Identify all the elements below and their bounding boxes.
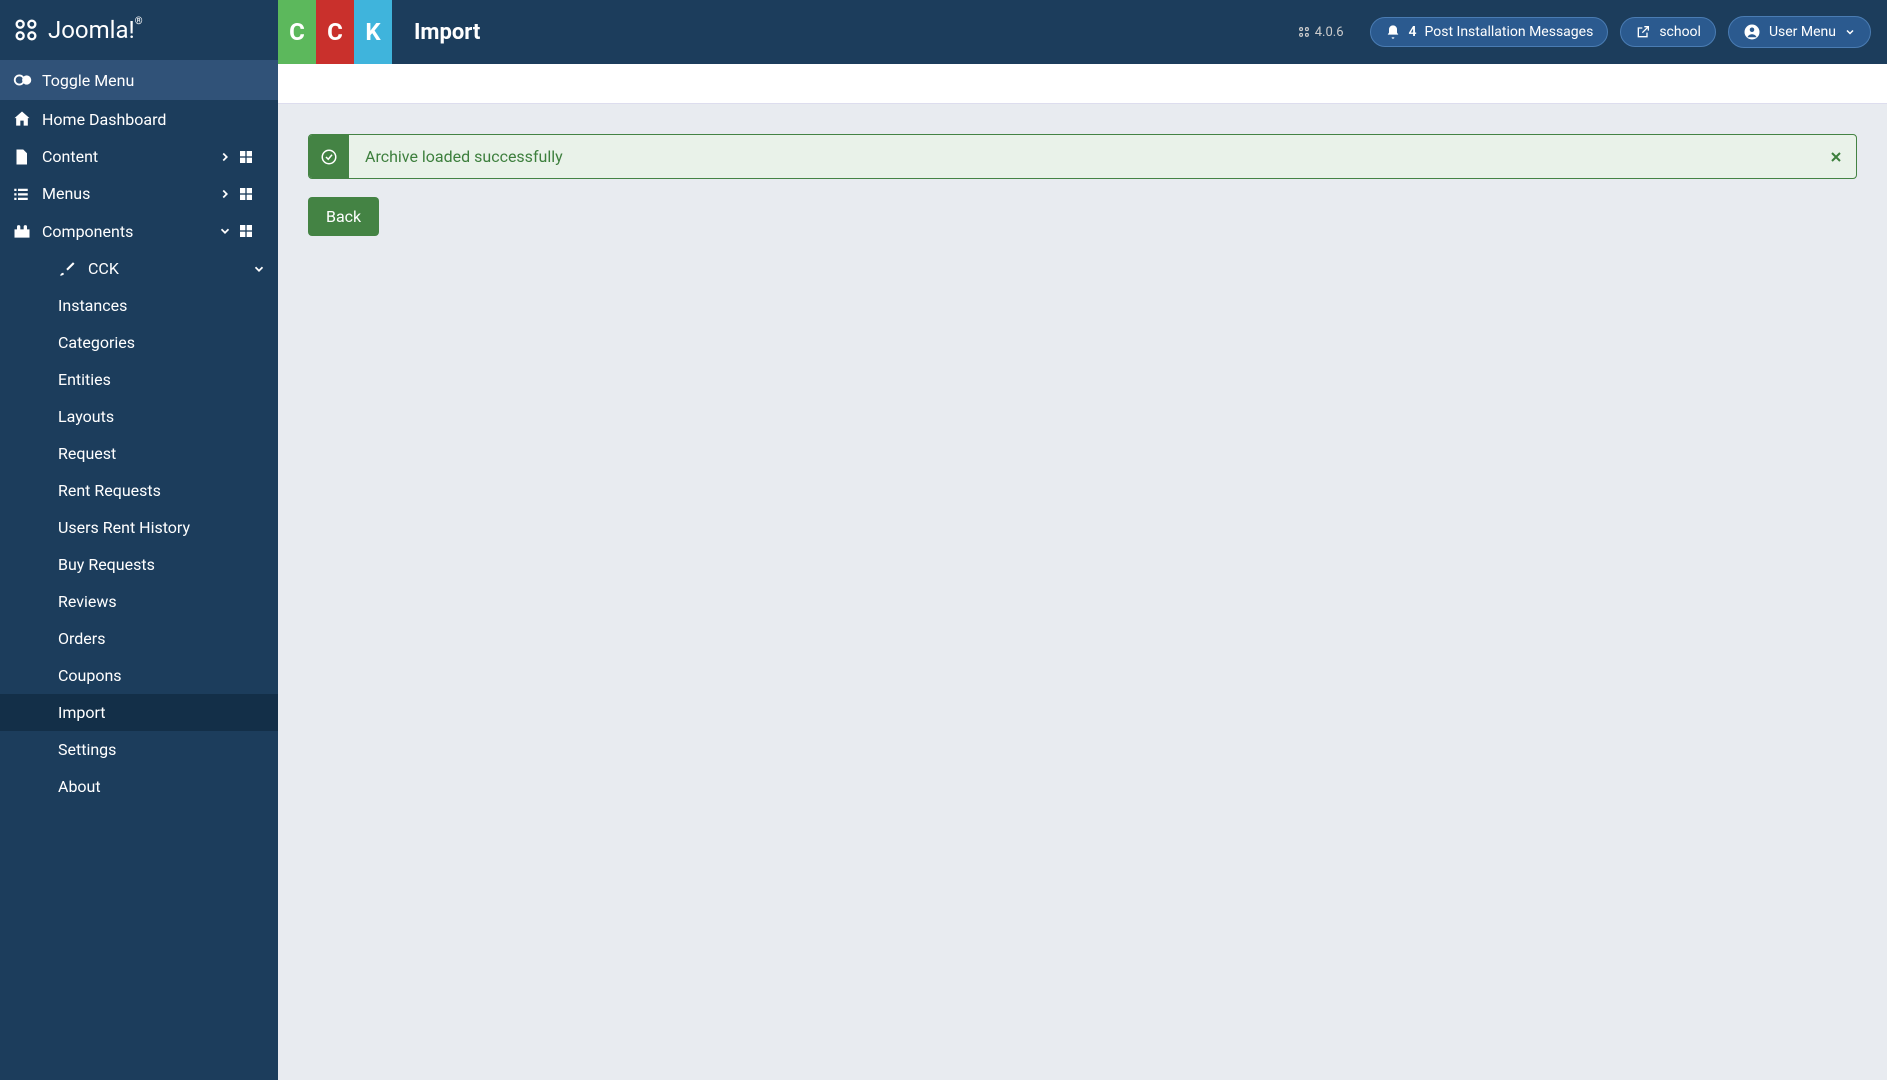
sidebar-item-label: Buy Requests (58, 555, 155, 574)
sidebar-sub-categories[interactable]: Categories (0, 324, 278, 361)
sidebar-sub-request[interactable]: Request (0, 435, 278, 472)
version-info[interactable]: 4.0.6 (1297, 25, 1344, 40)
back-button[interactable]: Back (308, 197, 379, 236)
main: C C K Import 4.0.6 4 Post Installation M… (278, 0, 1887, 1080)
brand-name: Joomla!® (48, 16, 143, 44)
site-link-label: school (1659, 24, 1701, 40)
cck-logo: C C K (278, 0, 392, 64)
sidebar-item-label: Components (42, 222, 218, 241)
sidebar-item-label: Menus (42, 184, 218, 203)
sidebar-item-label: Orders (58, 629, 105, 648)
toggle-menu[interactable]: Toggle Menu (0, 60, 278, 100)
sidebar-sub-users-rent-history[interactable]: Users Rent History (0, 509, 278, 546)
home-icon (12, 109, 32, 129)
check-circle-icon (320, 148, 338, 166)
brush-icon (58, 260, 76, 278)
chevron-down-icon (252, 262, 266, 276)
list-icon (12, 185, 30, 203)
close-icon (1828, 149, 1844, 165)
puzzle-icon (12, 221, 32, 241)
bell-icon (1385, 24, 1401, 40)
sidebar-item-home[interactable]: Home Dashboard (0, 100, 278, 138)
sidebar-sub-coupons[interactable]: Coupons (0, 657, 278, 694)
notifications-label: Post Installation Messages (1425, 24, 1594, 40)
chevron-right-icon (218, 187, 232, 201)
sidebar-sub-rent-requests[interactable]: Rent Requests (0, 472, 278, 509)
joomla-icon (12, 16, 40, 44)
sidebar-item-label: Instances (58, 296, 127, 315)
cck-box-1: C (278, 0, 316, 64)
file-icon (12, 148, 30, 166)
sidebar-sub-reviews[interactable]: Reviews (0, 583, 278, 620)
user-icon (1743, 23, 1761, 41)
sidebar-item-label: Categories (58, 333, 135, 352)
user-menu-label: User Menu (1769, 24, 1836, 40)
chevron-down-icon (218, 224, 232, 238)
brand-logo[interactable]: Joomla!® (0, 0, 278, 60)
grid-icon[interactable] (238, 149, 254, 165)
sidebar-item-menus[interactable]: Menus (0, 175, 278, 212)
sidebar-item-label: Entities (58, 370, 111, 389)
alert-close-button[interactable] (1816, 135, 1856, 178)
sidebar-item-label: Home Dashboard (42, 110, 266, 129)
sidebar-item-label: About (58, 777, 101, 796)
alert-message: Archive loaded successfully (349, 135, 1816, 178)
sidebar-sub-settings[interactable]: Settings (0, 731, 278, 768)
sidebar-item-label: Content (42, 147, 218, 166)
sidebar-sub-cck[interactable]: CCK (0, 250, 278, 287)
sidebar-item-label: Coupons (58, 666, 122, 685)
sidebar-sub-import[interactable]: Import (0, 694, 278, 731)
chevron-down-icon (1844, 26, 1856, 38)
notifications-count: 4 (1409, 24, 1417, 40)
alert-icon-box (309, 135, 349, 178)
sidebar-item-label: Import (58, 703, 106, 722)
sidebar-item-label: Users Rent History (58, 518, 190, 537)
sidebar-item-label: Settings (58, 740, 116, 759)
sidebar-sub-entities[interactable]: Entities (0, 361, 278, 398)
site-link-pill[interactable]: school (1620, 17, 1716, 47)
sidebar-sub-layouts[interactable]: Layouts (0, 398, 278, 435)
sidebar-sub-instances[interactable]: Instances (0, 287, 278, 324)
grid-icon[interactable] (238, 186, 254, 202)
sidebar: Joomla!® Toggle Menu Home Dashboard Cont… (0, 0, 278, 1080)
content-area: Archive loaded successfully Back (278, 64, 1887, 1080)
sidebar-item-label: Layouts (58, 407, 114, 426)
toolbar-space (278, 64, 1887, 104)
sidebar-item-label: CCK (88, 259, 119, 278)
sidebar-item-label: Reviews (58, 592, 117, 611)
page-title: Import (414, 20, 480, 45)
grid-icon[interactable] (238, 223, 254, 239)
sidebar-item-label: Request (58, 444, 116, 463)
success-alert: Archive loaded successfully (308, 134, 1857, 179)
sidebar-sub-orders[interactable]: Orders (0, 620, 278, 657)
sidebar-item-content[interactable]: Content (0, 138, 278, 175)
topbar: C C K Import 4.0.6 4 Post Installation M… (278, 0, 1887, 64)
sidebar-item-components[interactable]: Components (0, 212, 278, 250)
user-menu-pill[interactable]: User Menu (1728, 16, 1871, 48)
sidebar-item-label: Rent Requests (58, 481, 161, 500)
cck-box-2: C (316, 0, 354, 64)
external-icon (1635, 24, 1651, 40)
toggle-icon (12, 69, 34, 91)
toggle-menu-label: Toggle Menu (42, 71, 266, 90)
sidebar-sub-buy-requests[interactable]: Buy Requests (0, 546, 278, 583)
joomla-small-icon (1297, 25, 1311, 39)
cck-box-3: K (354, 0, 392, 64)
sidebar-sub-about[interactable]: About (0, 768, 278, 805)
notifications-pill[interactable]: 4 Post Installation Messages (1370, 17, 1609, 47)
chevron-right-icon (218, 150, 232, 164)
version-label: 4.0.6 (1315, 25, 1344, 40)
